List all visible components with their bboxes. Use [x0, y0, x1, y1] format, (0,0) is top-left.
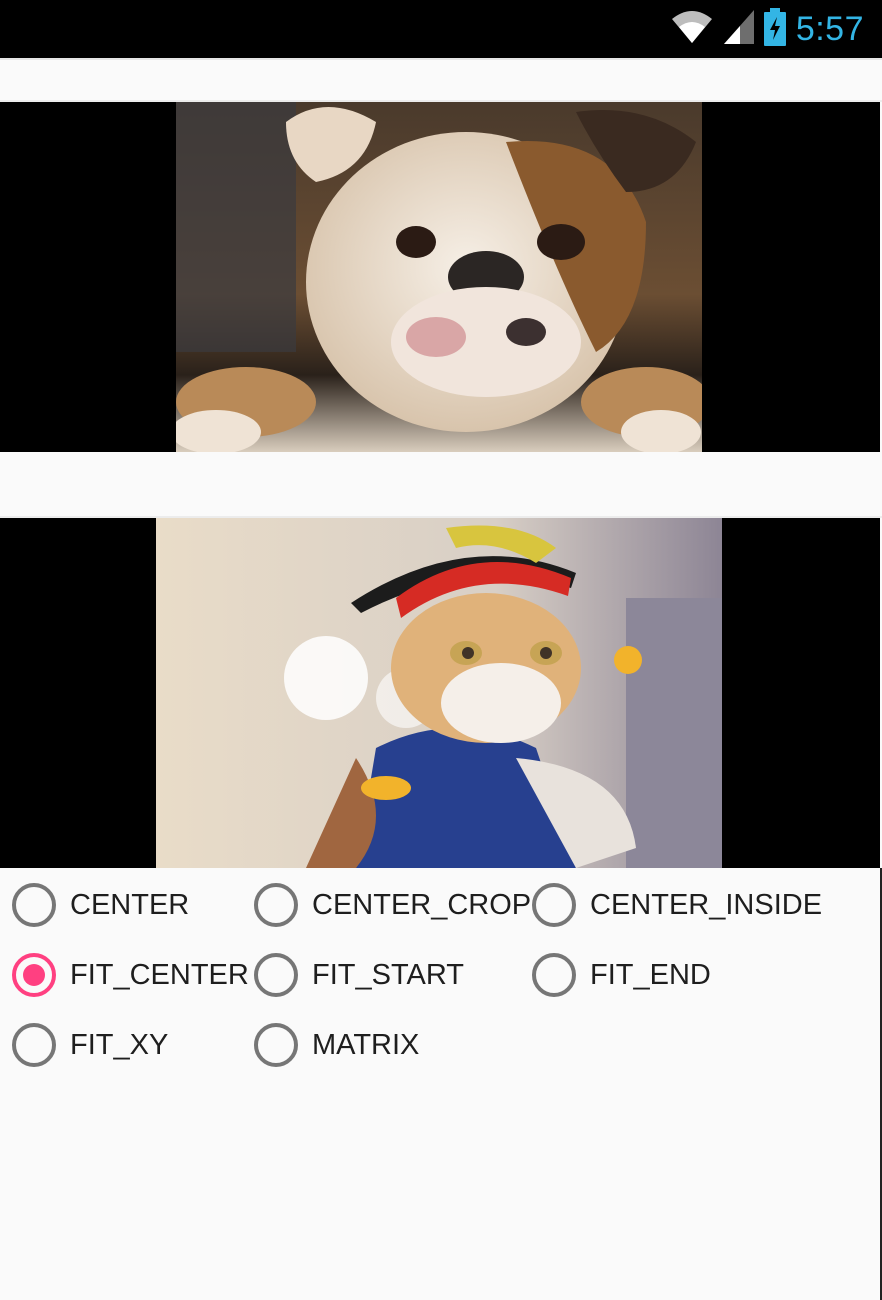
radio-center-crop[interactable]: CENTER_CROP: [254, 870, 531, 940]
radio-label: FIT_START: [312, 958, 464, 991]
radio-button[interactable]: [254, 953, 298, 997]
cell-signal-icon: [723, 9, 754, 49]
radio-button[interactable]: [532, 953, 576, 997]
radio-label: CENTER_INSIDE: [590, 888, 823, 921]
radio-button[interactable]: [12, 1023, 56, 1067]
radio-label: FIT_XY: [70, 1028, 169, 1061]
radio-fit-start[interactable]: FIT_START: [254, 940, 464, 1010]
image-view-1: [0, 102, 880, 452]
pirate-cat-photo: [156, 518, 722, 868]
wifi-icon: [670, 9, 714, 50]
radio-button[interactable]: [254, 883, 298, 927]
bulldog-photo: [176, 102, 702, 452]
status-clock: 5:57: [795, 9, 864, 48]
radio-label: MATRIX: [312, 1028, 420, 1061]
status-bar: 5:57: [0, 0, 882, 58]
radio-button[interactable]: [532, 883, 576, 927]
radio-button[interactable]: [254, 1023, 298, 1067]
radio-label: CENTER_CROP: [312, 888, 532, 921]
radio-fit-end[interactable]: FIT_END: [532, 940, 711, 1010]
radio-matrix[interactable]: MATRIX: [254, 1010, 419, 1080]
battery-charging-icon: [763, 7, 786, 51]
radio-button[interactable]: [12, 883, 56, 927]
radio-center-inside[interactable]: CENTER_INSIDE: [532, 870, 822, 940]
radio-button-checked[interactable]: [12, 953, 56, 997]
radio-label: CENTER: [70, 888, 190, 921]
top-bar: [0, 58, 882, 102]
status-icons: 5:57: [670, 7, 864, 51]
radio-label: FIT_END: [590, 958, 711, 991]
radio-label: FIT_CENTER: [70, 958, 249, 991]
image-view-2: [0, 518, 880, 868]
radio-center[interactable]: CENTER: [12, 870, 189, 940]
radio-fit-center[interactable]: FIT_CENTER: [12, 940, 249, 1010]
radio-fit-xy[interactable]: FIT_XY: [12, 1010, 168, 1080]
spacer-bar: [0, 452, 882, 518]
